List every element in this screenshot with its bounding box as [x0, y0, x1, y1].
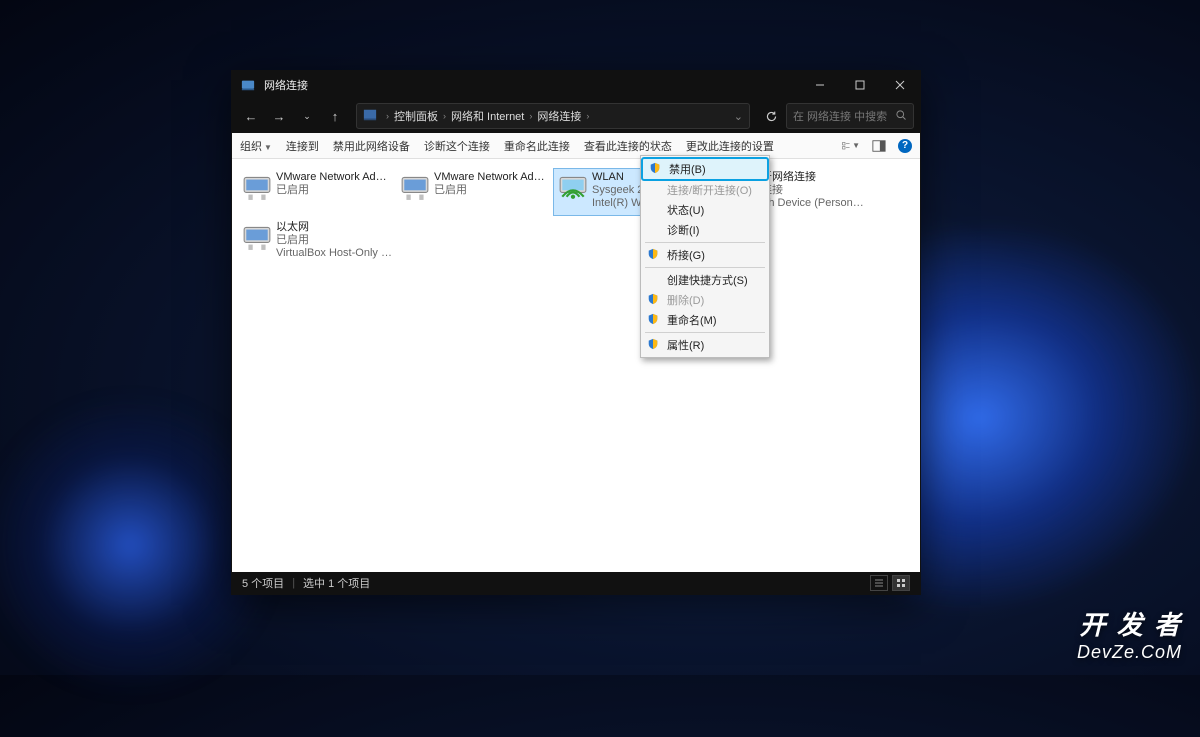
menu-item-label: 属性(R)	[667, 337, 704, 353]
organize-button[interactable]: 组织▼	[240, 138, 272, 154]
adapter-item[interactable]: VMware Network Adapter VMnet8 已启用	[396, 169, 554, 215]
context-menu-item: 连接/断开连接(O)	[641, 180, 769, 200]
adapter-name: 以太网	[276, 221, 392, 234]
forward-button[interactable]: →	[266, 103, 292, 129]
uac-shield-icon	[649, 162, 663, 176]
breadcrumb-part[interactable]: 网络连接	[537, 108, 581, 124]
adapter-name: VMware Network Adapter VMnet8	[434, 171, 550, 184]
breadcrumb-part[interactable]: 网络和 Internet	[451, 108, 524, 124]
adapter-name: VMware Network Adapter VMnet1	[276, 171, 392, 184]
back-button[interactable]: ←	[238, 103, 264, 129]
refresh-button[interactable]	[758, 103, 784, 129]
search-icon	[895, 109, 907, 124]
adapter-status: 已启用	[276, 184, 392, 197]
adapter-icon	[242, 221, 272, 251]
connect-to-button[interactable]: 连接到	[286, 138, 319, 154]
menu-item-label: 重命名(M)	[667, 312, 717, 328]
context-menu-item[interactable]: 桥接(G)	[641, 245, 769, 265]
recent-dropdown[interactable]: ⌄	[294, 103, 320, 129]
window-title: 网络连接	[264, 77, 308, 93]
menu-item-label: 诊断(I)	[667, 222, 699, 238]
context-menu-item[interactable]: 创建快捷方式(S)	[641, 270, 769, 290]
adapter-status: 已启用	[434, 184, 550, 197]
window-icon	[239, 76, 257, 94]
control-panel-icon	[363, 108, 377, 125]
up-button[interactable]: ↑	[322, 103, 348, 129]
menu-item-label: 禁用(B)	[669, 161, 706, 177]
breadcrumb-part[interactable]: 控制面板	[394, 108, 438, 124]
context-menu-item[interactable]: 诊断(I)	[641, 220, 769, 240]
selected-count: 选中 1 个项目	[303, 575, 370, 591]
command-bar: 组织▼ 连接到 禁用此网络设备 诊断这个连接 重命名此连接 查看此连接的状态 更…	[232, 133, 920, 159]
navbar: ← → ⌄ ↑ › 控制面板 › 网络和 Internet › 网络连接 › ⌄…	[232, 99, 920, 133]
chevron-right-icon: ›	[443, 111, 446, 121]
menu-item-label: 删除(D)	[667, 292, 704, 308]
explorer-window: 网络连接 ← → ⌄ ↑ › 控制面板 › 网络和 Internet › 网络连…	[231, 70, 921, 595]
adapter-item[interactable]: VMware Network Adapter VMnet1 已启用	[238, 169, 396, 215]
adapter-icon	[242, 171, 272, 201]
preview-pane-button[interactable]	[870, 137, 888, 155]
menu-separator	[645, 267, 765, 268]
context-menu-item[interactable]: 属性(R)	[641, 335, 769, 355]
details-view-button[interactable]	[870, 575, 888, 591]
adapter-context-menu: 禁用(B) 连接/断开连接(O) 状态(U) 诊断(I) 桥接(G) 创建快捷方式(S) 删…	[640, 155, 770, 358]
chevron-right-icon: ›	[529, 111, 532, 121]
menu-separator	[645, 242, 765, 243]
maximize-button[interactable]	[840, 71, 880, 99]
menu-item-label: 状态(U)	[667, 202, 704, 218]
menu-item-label: 桥接(G)	[667, 247, 705, 263]
rename-button[interactable]: 重命名此连接	[504, 138, 570, 154]
chevron-down-icon[interactable]: ⌄	[734, 110, 743, 123]
watermark: 开 发 者 DevZe.CoM	[1077, 605, 1182, 663]
adapter-desc: VirtualBox Host-Only Ethernet ...	[276, 247, 392, 260]
uac-shield-icon	[647, 293, 661, 307]
menu-separator	[645, 332, 765, 333]
titlebar[interactable]: 网络连接	[232, 71, 920, 99]
menu-item-label: 创建快捷方式(S)	[667, 272, 748, 288]
adapter-list-pane[interactable]: VMware Network Adapter VMnet1 已启用 VMware…	[232, 159, 920, 572]
disable-device-button[interactable]: 禁用此网络设备	[333, 138, 410, 154]
adapter-icon	[400, 171, 430, 201]
diagnose-button[interactable]: 诊断这个连接	[424, 138, 490, 154]
adapter-item[interactable]: 以太网 已启用 VirtualBox Host-Only Ethernet ..…	[238, 219, 396, 265]
change-settings-button[interactable]: 更改此连接的设置	[686, 138, 774, 154]
context-menu-item[interactable]: 重命名(M)	[641, 310, 769, 330]
view-status-button[interactable]: 查看此连接的状态	[584, 138, 672, 154]
chevron-right-icon: ›	[386, 111, 389, 121]
search-placeholder: 在 网络连接 中搜索	[793, 108, 887, 124]
adapter-icon	[558, 171, 588, 201]
adapter-status: 已启用	[276, 234, 392, 247]
context-menu-item: 删除(D)	[641, 290, 769, 310]
watermark-line1: 开 发 者	[1077, 605, 1182, 642]
window-controls	[800, 71, 920, 99]
uac-shield-icon	[647, 248, 661, 262]
search-input[interactable]: 在 网络连接 中搜索	[786, 103, 914, 129]
context-menu-item[interactable]: 状态(U)	[641, 200, 769, 220]
menu-item-label: 连接/断开连接(O)	[667, 182, 752, 198]
context-menu-item[interactable]: 禁用(B)	[643, 159, 767, 179]
address-bar[interactable]: › 控制面板 › 网络和 Internet › 网络连接 › ⌄	[356, 103, 750, 129]
item-count: 5 个项目	[242, 575, 284, 591]
view-options-button[interactable]: ▼	[842, 137, 860, 155]
minimize-button[interactable]	[800, 71, 840, 99]
uac-shield-icon	[647, 313, 661, 327]
close-button[interactable]	[880, 71, 920, 99]
statusbar: 5 个项目 | 选中 1 个项目	[232, 572, 920, 594]
watermark-line2: DevZe.CoM	[1077, 642, 1182, 663]
large-icons-view-button[interactable]	[892, 575, 910, 591]
help-button[interactable]: ?	[898, 139, 912, 153]
chevron-right-icon: ›	[586, 111, 589, 121]
uac-shield-icon	[647, 338, 661, 352]
